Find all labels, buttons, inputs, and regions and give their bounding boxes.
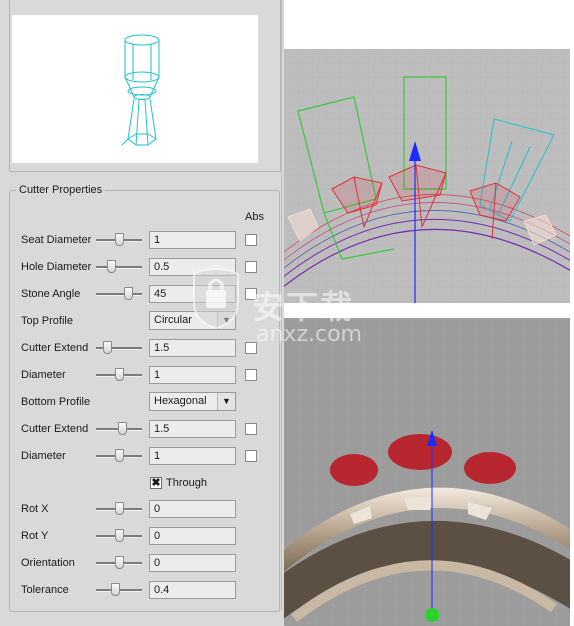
- bottom-cutter-extend-abs-checkbox[interactable]: [245, 423, 257, 435]
- bottom-cutter-extend-slider[interactable]: [96, 422, 142, 436]
- bottom-diameter-label: Diameter: [21, 450, 66, 462]
- watermark-url: anxz.com: [256, 322, 362, 347]
- abs-column-header: Abs: [245, 211, 264, 223]
- rot-y-label: Rot Y: [21, 530, 49, 542]
- wireframe-ring-scene: [284, 49, 570, 303]
- through-checkbox[interactable]: ✖: [150, 477, 162, 489]
- stone-angle-label: Stone Angle: [21, 288, 81, 300]
- rot-x-label: Rot X: [21, 503, 49, 515]
- rot-x-slider[interactable]: [96, 502, 142, 516]
- hole-diameter-label: Hole Diameter: [21, 261, 92, 273]
- seat-diameter-input[interactable]: 1: [149, 231, 236, 249]
- rot-y-slider[interactable]: [96, 529, 142, 543]
- seat-diameter-label: Seat Diameter: [21, 234, 92, 246]
- top-diameter-abs-checkbox[interactable]: [245, 369, 257, 381]
- tolerance-slider[interactable]: [96, 583, 142, 597]
- top-profile-label: Top Profile: [21, 315, 73, 327]
- hole-diameter-slider[interactable]: [96, 260, 142, 274]
- chevron-down-icon[interactable]: ▼: [217, 393, 235, 410]
- top-cutter-extend-input[interactable]: 1.5: [149, 339, 236, 357]
- bottom-diameter-slider[interactable]: [96, 449, 142, 463]
- bottom-cutter-extend-input[interactable]: 1.5: [149, 420, 236, 438]
- rendered-ring-scene: [284, 318, 570, 626]
- orientation-label: Orientation: [21, 557, 75, 569]
- top-diameter-slider[interactable]: [96, 368, 142, 382]
- cutter-wireframe-icon: [121, 34, 160, 146]
- bottom-diameter-abs-checkbox[interactable]: [245, 450, 257, 462]
- left-panel: Cutter Properties Abs Seat Diameter 1 Ho…: [0, 0, 284, 626]
- bottom-profile-dropdown[interactable]: Hexagonal ▼: [149, 392, 236, 411]
- top-diameter-input[interactable]: 1: [149, 366, 236, 384]
- cutter-preview-canvas: [12, 15, 258, 163]
- top-profile-dropdown[interactable]: Circular ▼: [149, 311, 236, 330]
- top-profile-value: Circular: [154, 314, 192, 326]
- orientation-input[interactable]: 0: [149, 554, 236, 572]
- viewport-top-wireframe[interactable]: [284, 49, 570, 303]
- through-label: Through: [166, 477, 207, 489]
- tolerance-label: Tolerance: [21, 584, 69, 596]
- top-cutter-extend-label: Cutter Extend: [21, 342, 89, 354]
- seat-diameter-slider[interactable]: [96, 233, 142, 247]
- bottom-diameter-input[interactable]: 1: [149, 447, 236, 465]
- bottom-profile-value: Hexagonal: [154, 395, 207, 407]
- rot-y-input[interactable]: 0: [149, 527, 236, 545]
- chevron-down-icon[interactable]: ▼: [217, 312, 235, 329]
- hole-diameter-input[interactable]: 0.5: [149, 258, 236, 276]
- bottom-profile-label: Bottom Profile: [21, 396, 91, 408]
- orientation-slider[interactable]: [96, 556, 142, 570]
- stone-angle-slider[interactable]: [96, 287, 142, 301]
- tolerance-input[interactable]: 0.4: [149, 581, 236, 599]
- cutter-properties-title: Cutter Properties: [16, 184, 106, 196]
- top-cutter-extend-slider[interactable]: [96, 341, 142, 355]
- stone-angle-input[interactable]: 45: [149, 285, 236, 303]
- bottom-cutter-extend-label: Cutter Extend: [21, 423, 89, 435]
- viewport-bottom-render[interactable]: [284, 318, 570, 626]
- rot-x-input[interactable]: 0: [149, 500, 236, 518]
- check-icon: ✖: [151, 477, 161, 489]
- top-diameter-label: Diameter: [21, 369, 66, 381]
- seat-diameter-abs-checkbox[interactable]: [245, 234, 257, 246]
- hole-diameter-abs-checkbox[interactable]: [245, 261, 257, 273]
